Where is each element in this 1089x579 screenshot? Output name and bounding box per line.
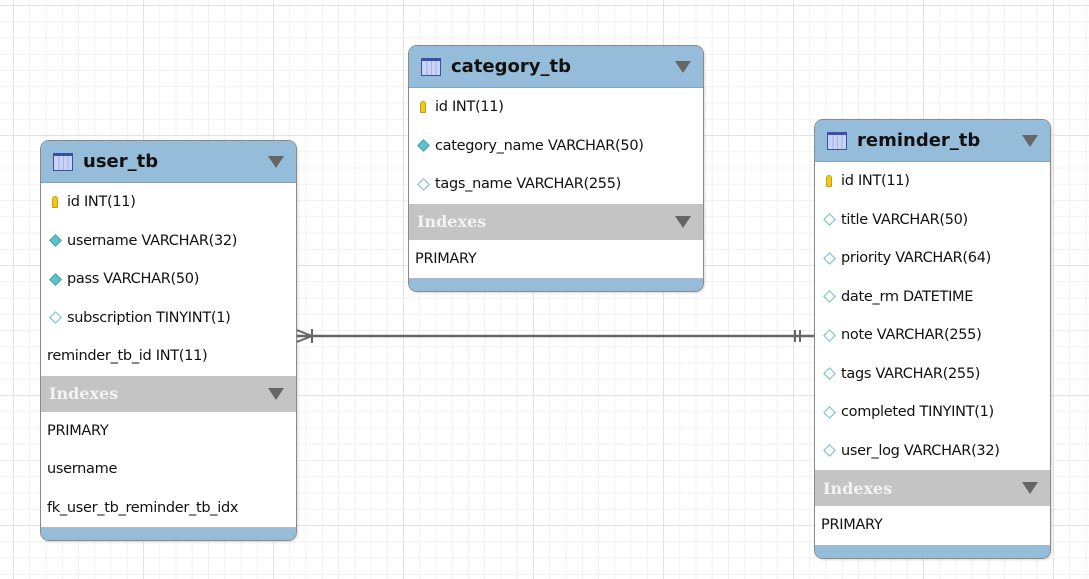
primary-key-icon: [821, 175, 837, 188]
table-icon: [827, 131, 847, 150]
column-row[interactable]: user_log VARCHAR(32): [815, 432, 1050, 471]
column-row[interactable]: subscription TINYINT(1): [41, 299, 296, 338]
column-row[interactable]: id INT(11): [41, 183, 296, 222]
index-row[interactable]: PRIMARY: [409, 240, 703, 279]
nullable-column-icon: [821, 251, 837, 265]
column-label: completed TINYINT(1): [841, 404, 994, 421]
nullable-column-icon: [821, 290, 837, 304]
not-null-column-icon: [47, 272, 63, 286]
column-row[interactable]: note VARCHAR(255): [815, 316, 1050, 355]
table-header[interactable]: user_tb: [41, 141, 296, 183]
column-row[interactable]: pass VARCHAR(50): [41, 260, 296, 299]
table-footer: [815, 544, 1050, 558]
table-icon: [421, 57, 441, 76]
not-null-column-icon: [415, 139, 431, 153]
table-header[interactable]: reminder_tb: [815, 120, 1050, 162]
indexes-header[interactable]: Indexes: [815, 470, 1050, 506]
column-row[interactable]: username VARCHAR(32): [41, 222, 296, 261]
collapse-arrow-icon[interactable]: [675, 61, 691, 73]
column-row[interactable]: priority VARCHAR(64): [815, 239, 1050, 278]
index-label: PRIMARY: [821, 517, 883, 534]
table-name: category_tb: [451, 56, 571, 77]
index-row[interactable]: fk_user_tb_reminder_tb_idx: [41, 489, 296, 528]
column-row[interactable]: tags VARCHAR(255): [815, 355, 1050, 394]
column-label: tags_name VARCHAR(255): [435, 176, 621, 193]
column-label: tags VARCHAR(255): [841, 365, 981, 382]
column-label: priority VARCHAR(64): [841, 250, 991, 267]
column-row[interactable]: tags_name VARCHAR(255): [409, 165, 703, 204]
indexes-label: Indexes: [417, 212, 487, 231]
collapse-arrow-icon[interactable]: [1022, 482, 1038, 494]
table-footer: [409, 278, 703, 291]
collapse-arrow-icon[interactable]: [268, 156, 284, 168]
column-label: reminder_tb_id INT(11): [47, 348, 208, 365]
column-label: id INT(11): [841, 173, 910, 190]
table-icon: [53, 152, 73, 171]
column-row[interactable]: title VARCHAR(50): [815, 201, 1050, 240]
index-row[interactable]: username: [41, 450, 296, 489]
column-row[interactable]: reminder_tb_id INT(11): [41, 337, 296, 376]
nullable-column-icon: [821, 213, 837, 227]
index-label: PRIMARY: [47, 422, 109, 439]
table-footer: [41, 527, 296, 540]
column-label: id INT(11): [67, 194, 136, 211]
indexes-header[interactable]: Indexes: [41, 375, 296, 412]
indexes-label: Indexes: [49, 384, 119, 403]
column-label: user_log VARCHAR(32): [841, 442, 1000, 459]
column-label: username VARCHAR(32): [67, 232, 238, 249]
collapse-arrow-icon[interactable]: [675, 215, 691, 228]
column-label: id INT(11): [435, 99, 504, 116]
index-row[interactable]: PRIMARY: [815, 506, 1050, 545]
index-label: username: [47, 461, 118, 478]
table-header[interactable]: category_tb: [409, 46, 703, 88]
not-null-column-icon: [47, 234, 63, 248]
column-row[interactable]: completed TINYINT(1): [815, 393, 1050, 432]
collapse-arrow-icon[interactable]: [1022, 135, 1038, 147]
column-row[interactable]: category_name VARCHAR(50): [409, 127, 703, 166]
column-row[interactable]: id INT(11): [409, 88, 703, 127]
column-label: title VARCHAR(50): [841, 211, 968, 228]
column-row[interactable]: date_rm DATETIME: [815, 278, 1050, 317]
table-category_tb[interactable]: category_tbid INT(11) category_name VARCH…: [408, 45, 704, 292]
column-label: pass VARCHAR(50): [67, 271, 200, 288]
nullable-column-icon: [821, 328, 837, 342]
column-row[interactable]: id INT(11): [815, 162, 1050, 201]
column-label: date_rm DATETIME: [841, 288, 974, 305]
primary-key-icon: [47, 196, 63, 209]
nullable-column-icon: [415, 177, 431, 191]
table-name: reminder_tb: [857, 130, 981, 151]
index-row[interactable]: PRIMARY: [41, 412, 296, 451]
column-label: subscription TINYINT(1): [67, 309, 231, 326]
nullable-column-icon: [821, 444, 837, 458]
column-label: note VARCHAR(255): [841, 327, 982, 344]
index-label: PRIMARY: [415, 250, 477, 267]
collapse-arrow-icon[interactable]: [268, 387, 284, 400]
primary-key-icon: [415, 101, 431, 114]
table-user_tb[interactable]: user_tbid INT(11) username VARCHAR(32) pas…: [40, 140, 297, 541]
table-name: user_tb: [83, 151, 159, 172]
table-reminder_tb[interactable]: reminder_tbid INT(11) title VARCHAR(50) pr…: [814, 119, 1051, 559]
indexes-label: Indexes: [823, 478, 893, 498]
index-label: fk_user_tb_reminder_tb_idx: [47, 499, 239, 516]
nullable-column-icon: [47, 311, 63, 325]
nullable-column-icon: [821, 367, 837, 381]
nullable-column-icon: [821, 405, 837, 419]
column-label: category_name VARCHAR(50): [435, 137, 644, 154]
indexes-header[interactable]: Indexes: [409, 203, 703, 240]
